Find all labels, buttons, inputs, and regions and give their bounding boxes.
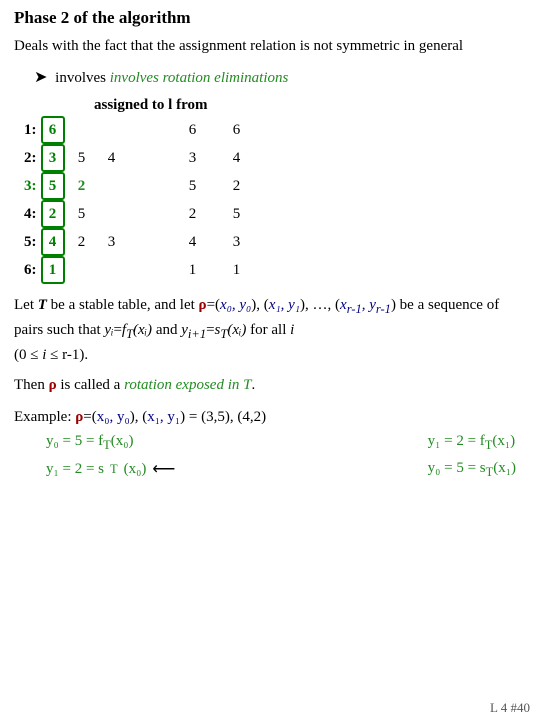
row-label-2: 2: <box>24 144 37 172</box>
arrow-icon: ➤ <box>34 69 47 86</box>
rc-3-2: 2 <box>227 172 247 200</box>
right-cols: 6 3 5 2 4 1 6 4 2 5 3 1 <box>183 116 247 284</box>
table-grid: 1: 2: 3: 4: 5: 6: 6 3 5 2 4 1 5 2 5 2 <box>24 116 526 284</box>
row-label-6: 6: <box>24 256 37 284</box>
stable-table-paragraph: Let T be a stable table, and let ρ=(x₀, … <box>14 294 526 366</box>
ec-3-1: 2 <box>71 172 93 200</box>
seq-start: x₀, y₀ <box>220 297 251 313</box>
yi1-eq: yi+1 <box>181 322 206 338</box>
rc-6-1: 1 <box>183 256 203 284</box>
row-label-4: 4: <box>24 200 37 228</box>
ex-seq: x₀, y₀ <box>97 409 130 425</box>
example-rho: ρ <box>75 409 83 425</box>
rc-1-2: 6 <box>227 116 247 144</box>
rho-symbol: ρ <box>199 297 207 313</box>
intro-text: Deals with the fact that the assignment … <box>14 36 526 57</box>
assigned-label: assigned to l from <box>94 97 526 114</box>
rc-6-2: 1 <box>227 256 247 284</box>
rc-2-1: 3 <box>183 144 203 172</box>
cell-6-1: 1 <box>41 256 65 284</box>
sT: sT(xᵢ) <box>215 322 247 338</box>
row-labels: 1: 2: 3: 4: 5: 6: <box>24 116 37 284</box>
ec-5-2: 3 <box>101 228 123 256</box>
ec-4-2 <box>101 200 123 228</box>
rho-then: ρ <box>49 377 57 393</box>
green-line-1-right: y₁ = 2 = fT(x₁) <box>428 429 516 456</box>
rc-2-2: 4 <box>227 144 247 172</box>
page-number: L 4 #40 <box>490 700 530 716</box>
green-lines: y₀ = 5 = fT(x₀) y₁ = 2 = sT(x₀) ⟵ y₁ = 2… <box>30 429 516 484</box>
then-paragraph: Then ρ is called a rotation exposed in T… <box>14 374 526 397</box>
seq-mid: x₁, y₁ <box>269 297 300 313</box>
ec-5-1: 2 <box>71 228 93 256</box>
ec-3-2 <box>101 172 123 200</box>
extra-col-2: 4 3 <box>101 116 123 284</box>
right-col-1: 6 3 5 2 4 1 <box>183 116 203 284</box>
rc-4-1: 2 <box>183 200 203 228</box>
example-section: Example: ρ=(x₀, y₀), (x₁, y₁) = (3,5), (… <box>14 405 526 484</box>
cell-3-1: 5 <box>41 172 65 200</box>
rc-4-2: 5 <box>227 200 247 228</box>
i-var: i <box>290 322 294 338</box>
green-col-right: y₁ = 2 = fT(x₁) y₀ = 5 = sT(x₁) <box>412 429 516 484</box>
bullet-line: ➤ involves involves rotation elimination… <box>34 67 526 87</box>
cell-2-1: 3 <box>41 144 65 172</box>
left-arrow-icon: ⟵ <box>152 456 175 483</box>
ec-1-1 <box>71 116 93 144</box>
rc-1-1: 6 <box>183 116 203 144</box>
cell-5-1: 4 <box>41 228 65 256</box>
right-col-2: 6 4 2 5 3 1 <box>227 116 247 284</box>
main-cells-col: 6 3 5 2 4 1 <box>41 116 65 284</box>
i-range: i <box>42 347 46 363</box>
ec-6-1 <box>71 256 93 284</box>
seq-end: xr-1, yr-1 <box>340 297 391 313</box>
green-line-1-left: y₀ = 5 = fT(x₀) <box>46 429 175 456</box>
ec-1-2 <box>101 116 123 144</box>
extra-col-1: 5 2 5 2 <box>71 116 93 284</box>
cell-1-1: 6 <box>41 116 65 144</box>
ec-2-2: 4 <box>101 144 123 172</box>
rotation-exposed-text: rotation exposed in T <box>124 377 251 393</box>
rc-5-1: 4 <box>183 228 203 256</box>
row-label-1: 1: <box>24 116 37 144</box>
ec-2-1: 5 <box>71 144 93 172</box>
ex-seq2: x₁, y₁ <box>147 409 180 425</box>
rc-3-1: 5 <box>183 172 203 200</box>
example-line: Example: ρ=(x₀, y₀), (x₁, y₁) = (3,5), (… <box>14 405 526 429</box>
yi-eq: yᵢ <box>104 322 113 338</box>
cell-4-1: 2 <box>41 200 65 228</box>
fT: fT(xᵢ) <box>122 322 152 338</box>
green-col-left: y₀ = 5 = fT(x₀) y₁ = 2 = sT(x₀) ⟵ <box>30 429 175 484</box>
ec-6-2 <box>101 256 123 284</box>
row-label-3: 3: <box>24 172 37 200</box>
algorithm-table-section: assigned to l from 1: 2: 3: 4: 5: 6: 6 3… <box>14 97 526 284</box>
extra-cols: 5 2 5 2 4 3 <box>71 116 123 284</box>
bullet-prefix: involves <box>55 70 110 86</box>
ec-4-1: 5 <box>71 200 93 228</box>
row-label-5: 5: <box>24 228 37 256</box>
green-line-2-left: y₁ = 2 = sT(x₀) ⟵ <box>46 456 175 483</box>
rc-5-2: 3 <box>227 228 247 256</box>
page-title: Phase 2 of the algorithm <box>14 8 526 28</box>
T-symbol: T <box>38 297 47 313</box>
green-line-2-right: y₀ = 5 = sT(x₁) <box>428 456 516 483</box>
example-prefix: Example: <box>14 409 75 425</box>
bullet-content: involves rotation eliminations <box>110 70 289 86</box>
